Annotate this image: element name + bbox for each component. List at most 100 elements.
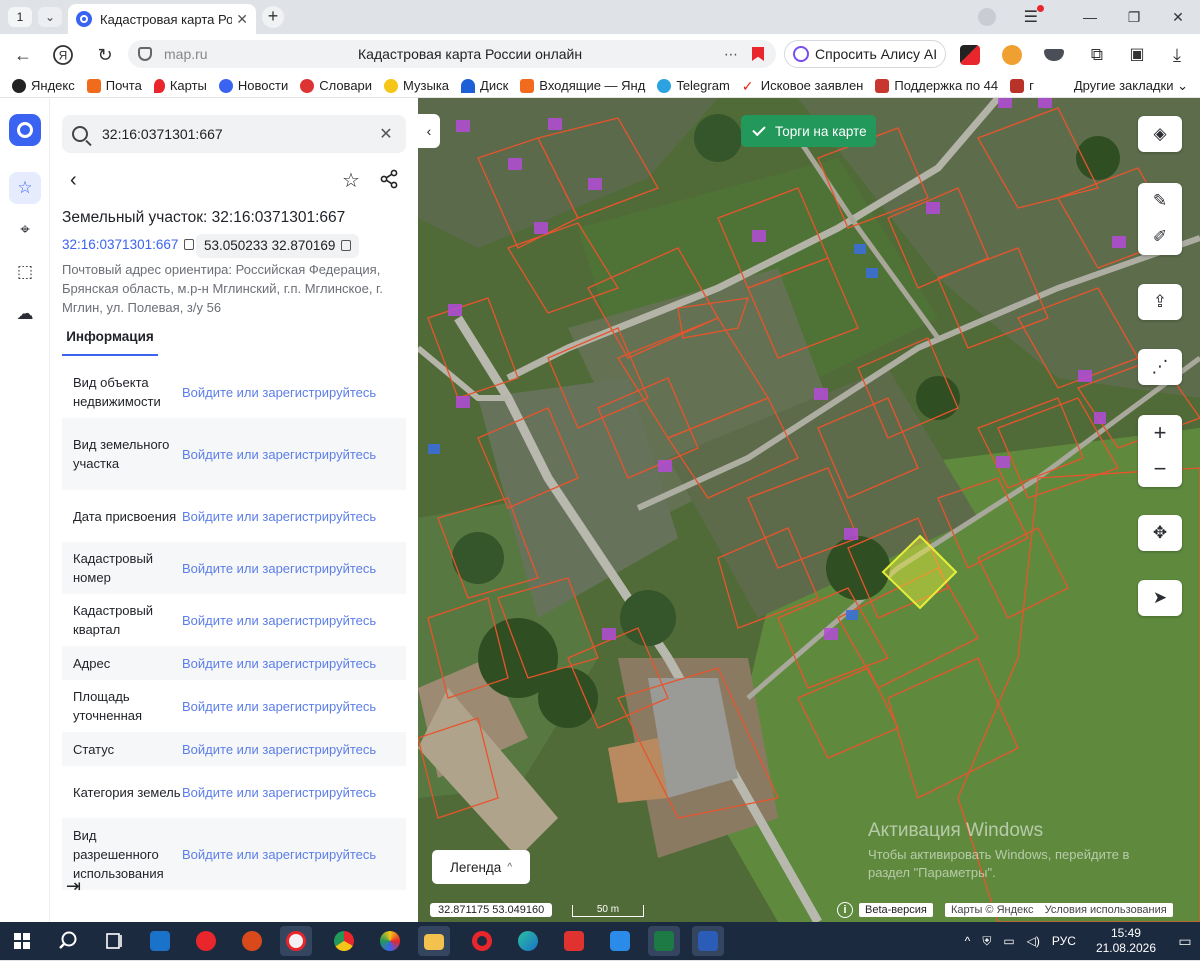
cadastral-number-link[interactable]: 32:16:0371301:667: [62, 237, 195, 252]
reading-list-icon[interactable]: [1044, 49, 1064, 61]
extension-mascot-icon[interactable]: [1002, 45, 1022, 65]
other-bookmarks[interactable]: Другие закладки ⌄: [1074, 78, 1188, 94]
active-tab[interactable]: Кадастровая карта Рос ✕: [68, 4, 256, 34]
browser-menu-icon[interactable]: ☰: [1024, 5, 1045, 27]
site-security-icon[interactable]: [138, 47, 152, 61]
windows-store-icon[interactable]: [604, 926, 636, 956]
extension-k-icon[interactable]: [960, 45, 980, 65]
bookmark-flag-icon[interactable]: [752, 47, 764, 61]
login-prompt-link[interactable]: Войдите или зарегистрируйтесь: [182, 656, 376, 671]
bookmark-item[interactable]: Словари: [300, 78, 372, 93]
ccleaner-icon[interactable]: [236, 926, 268, 956]
geolocation-button[interactable]: ➤: [1138, 580, 1182, 616]
tab-counter[interactable]: 1: [8, 7, 32, 27]
pan-button[interactable]: ✥: [1138, 515, 1182, 551]
back-chevron-icon[interactable]: ‹: [70, 169, 77, 192]
coordinates-chip[interactable]: 53.050233 32.870169: [196, 234, 360, 258]
restore-button[interactable]: ❐: [1112, 9, 1156, 26]
opera-icon[interactable]: [466, 926, 498, 956]
login-prompt-link[interactable]: Войдите или зарегистрируйтесь: [182, 847, 376, 862]
close-tab-icon[interactable]: ✕: [236, 11, 248, 28]
word-icon[interactable]: [692, 926, 724, 956]
share-map-button[interactable]: ⋰: [1138, 349, 1182, 385]
clock[interactable]: 15:49 21.08.2026: [1096, 926, 1156, 956]
area-select-icon[interactable]: ⬚: [9, 256, 41, 288]
auctions-toggle-button[interactable]: Торги на карте: [741, 115, 876, 147]
edge-icon[interactable]: [512, 926, 544, 956]
search-box[interactable]: ✕: [62, 115, 406, 153]
photos-app-icon[interactable]: [374, 926, 406, 956]
collapse-panel-chevron-icon[interactable]: ‹: [418, 114, 440, 148]
bookmark-item[interactable]: Telegram: [657, 78, 730, 93]
layers-button[interactable]: ◈: [1138, 116, 1182, 152]
login-prompt-link[interactable]: Войдите или зарегистрируйтесь: [182, 742, 376, 757]
logout-icon[interactable]: ⇥: [66, 876, 81, 897]
login-prompt-link[interactable]: Войдите или зарегистрируйтесь: [182, 785, 376, 800]
search-input[interactable]: [102, 126, 374, 142]
profile-avatar[interactable]: [977, 8, 996, 26]
bookmark-item[interactable]: Поддержка по 44: [875, 78, 998, 93]
omnibox[interactable]: map.ru Кадастровая карта России онлайн ⋯: [128, 40, 776, 68]
login-prompt-link[interactable]: Войдите или зарегистрируйтесь: [182, 561, 376, 576]
app-logo-icon[interactable]: [9, 114, 41, 146]
input-language[interactable]: РУС: [1052, 934, 1076, 948]
login-prompt-link[interactable]: Войдите или зарегистрируйтесь: [182, 447, 376, 462]
collections-icon[interactable]: ▣: [1124, 42, 1150, 68]
ruler-icon[interactable]: ✎: [1138, 183, 1182, 219]
more-options-icon[interactable]: ⋯: [718, 46, 744, 63]
bookmark-item[interactable]: Карты: [153, 78, 207, 93]
defender-icon[interactable]: ⛨: [982, 934, 991, 949]
bookmark-item[interactable]: Входящие — Янд: [520, 78, 645, 93]
task-view-icon[interactable]: [98, 926, 130, 956]
copy-icon[interactable]: [184, 239, 195, 250]
tab-information[interactable]: Информация: [62, 323, 158, 356]
bookmark-item[interactable]: ✓ Исковое заявлен: [742, 78, 864, 93]
chrome-icon[interactable]: [328, 926, 360, 956]
cloud-icon[interactable]: ☁: [9, 298, 41, 330]
bookmark-item[interactable]: Яндекс: [12, 78, 75, 93]
cadastral-map[interactable]: ‹ Торги на карте ◈ ✎ ✐ ⇪ ⋰ + − ✥ ➤ Актив…: [418, 98, 1200, 922]
zoom-in-icon[interactable]: +: [1138, 415, 1182, 451]
minimize-button[interactable]: —: [1068, 9, 1112, 25]
info-icon[interactable]: i: [837, 902, 853, 918]
reload-icon[interactable]: ↻: [92, 42, 118, 68]
ask-alice-button[interactable]: Спросить Алису AI: [784, 40, 946, 68]
login-prompt-link[interactable]: Войдите или зарегистрируйтесь: [182, 385, 376, 400]
bookmark-item[interactable]: г: [1010, 78, 1034, 93]
favorite-star-icon[interactable]: ☆: [342, 168, 360, 193]
yandex-browser-taskbar-icon[interactable]: [280, 926, 312, 956]
login-prompt-link[interactable]: Войдите или зарегистрируйтесь: [182, 509, 376, 524]
yandex-app-icon[interactable]: [190, 926, 222, 956]
chevron-up-icon[interactable]: ^: [965, 934, 971, 948]
legend-button[interactable]: Легенда ^: [432, 850, 530, 884]
search-icon[interactable]: [52, 926, 84, 956]
new-tab-button[interactable]: +: [262, 6, 284, 28]
wps-icon[interactable]: [558, 926, 590, 956]
route-icon[interactable]: ⌖: [9, 214, 41, 246]
copy-icon[interactable]: [341, 240, 352, 251]
tab-list-chevron-icon[interactable]: ⌄: [38, 7, 62, 27]
login-prompt-link[interactable]: Войдите или зарегистрируйтесь: [182, 699, 376, 714]
excel-icon[interactable]: [648, 926, 680, 956]
downloads-icon[interactable]: ⤓: [1164, 42, 1190, 68]
terms-link[interactable]: Условия использования: [1045, 904, 1167, 916]
upload-button[interactable]: ⇪: [1138, 284, 1182, 320]
zoom-out-icon[interactable]: −: [1138, 451, 1182, 487]
volume-icon[interactable]: ◁): [1027, 934, 1040, 948]
back-arrow-icon[interactable]: ←: [10, 42, 36, 68]
bookmark-item[interactable]: Музыка: [384, 78, 449, 93]
bookmark-item[interactable]: Почта: [86, 78, 142, 93]
edit-icon[interactable]: ✐: [1138, 219, 1182, 255]
network-icon[interactable]: ▭: [1003, 934, 1014, 948]
extensions-puzzle-icon[interactable]: ⧉: [1084, 42, 1110, 68]
favorites-star-icon[interactable]: ☆: [9, 172, 41, 204]
login-prompt-link[interactable]: Войдите или зарегистрируйтесь: [182, 613, 376, 628]
yandex-browser-icon[interactable]: Я: [50, 42, 76, 68]
outlook-icon[interactable]: [144, 926, 176, 956]
clear-search-icon[interactable]: ✕: [374, 124, 398, 144]
start-button[interactable]: [6, 926, 38, 956]
close-window-button[interactable]: ✕: [1156, 9, 1200, 26]
file-explorer-icon[interactable]: [418, 926, 450, 956]
bookmark-item[interactable]: Диск: [461, 78, 508, 93]
notifications-icon[interactable]: ▭: [1170, 933, 1200, 950]
